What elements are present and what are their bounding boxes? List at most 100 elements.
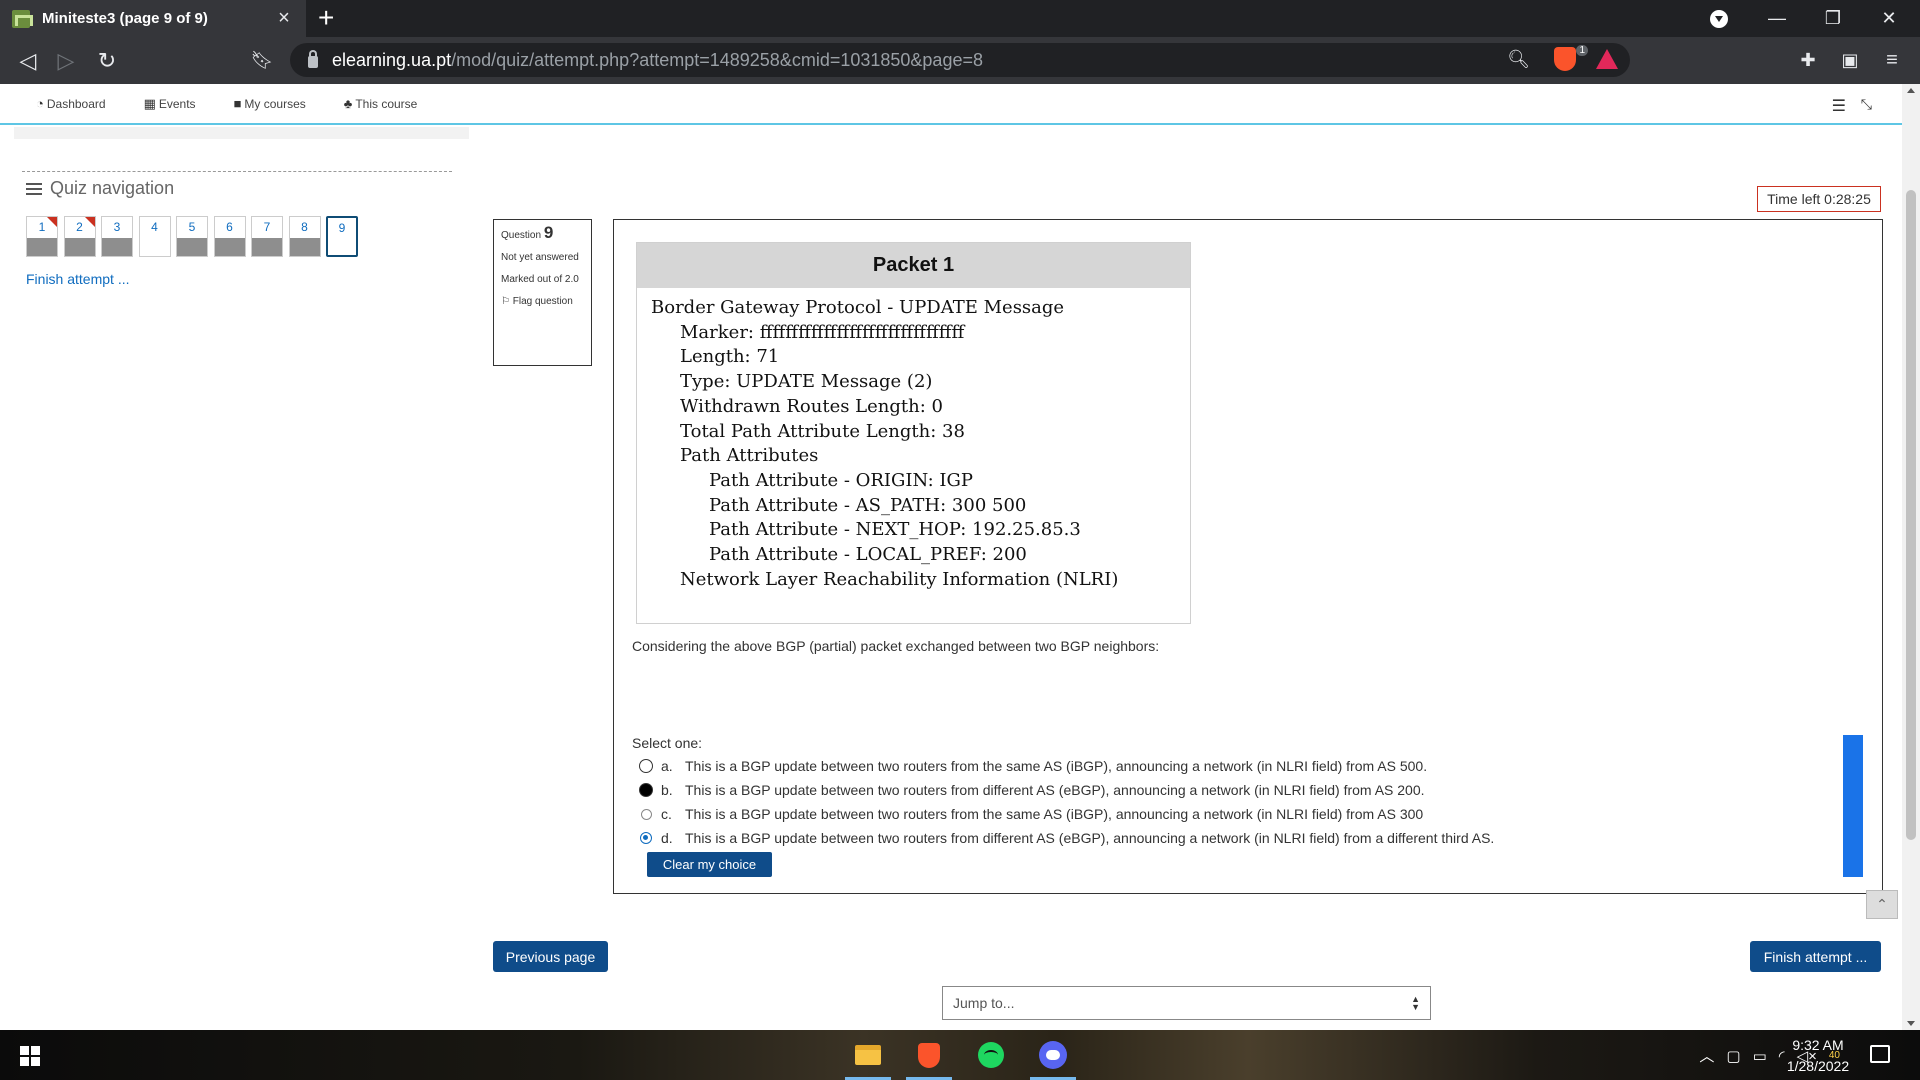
quiz-navigation-title[interactable]: Quiz navigation [26,178,174,199]
browser-tab[interactable]: Miniteste3 (page 9 of 9) × [0,0,306,37]
menu-icon[interactable]: ≡ [1874,37,1910,84]
flag-question-label: Flag question [512,296,573,307]
windows-taskbar: ︿ ▢ ▭ ◜ ◁× 40 9:32 AM 1/28/2022 [0,1030,1920,1080]
nav-dashboard-label: Dashboard [46,96,106,111]
close-window-icon[interactable]: ✕ [1866,0,1912,37]
nav-this-course[interactable]: ♣ This course [344,96,418,111]
bookmark-icon[interactable]: 🔖︎ [244,37,280,84]
highlight-bar [1843,735,1863,877]
brave-shield-icon[interactable]: 1 [1554,45,1588,71]
nav-dashboard[interactable]: ◔ Dashboard [36,96,106,111]
finish-attempt-link[interactable]: Finish attempt ... [26,271,129,287]
page-scrollbar[interactable] [1902,84,1920,1030]
finish-attempt-button[interactable]: Finish attempt ... [1750,941,1881,972]
packet-line: Path Attribute - NEXT_HOP: 192.25.85.3 [709,519,1081,541]
quiz-nav-button-5[interactable]: 5 [176,216,208,257]
quiz-nav-number: 8 [289,217,320,239]
quiz-nav-buttons: 1 2 3 4 5 6 7 8 9 [26,216,364,257]
flag-question[interactable]: ⚐ Flag question [501,295,584,308]
screen: Miniteste3 (page 9 of 9) × + — ❐ ✕ ◁ ▷ ↻… [0,0,1920,1080]
clock[interactable]: 9:32 AM 1/28/2022 [1770,1035,1866,1077]
option-letter: a. [661,758,673,774]
select-arrows-icon: ▲ ▼ [1411,994,1420,1012]
answered-fill [289,238,320,256]
radio-d[interactable] [640,832,652,844]
tab-close-icon[interactable]: × [274,7,294,30]
minimize-icon[interactable]: — [1754,0,1800,37]
option-text: This is a BGP update between two routers… [685,782,1425,798]
drawer-toggle-icon[interactable]: ☰ [1832,96,1846,116]
divider [22,171,452,172]
answer-option-c[interactable]: c. This is a BGP update between two rout… [639,806,1423,822]
notification-icon[interactable] [1870,1045,1890,1063]
fullscreen-icon[interactable]: ⤡ [1861,96,1872,113]
clear-my-choice-button[interactable]: Clear my choice [647,852,772,877]
nav-events[interactable]: ▦ Events [144,96,196,112]
url-host: elearning.ua.pt [332,49,452,70]
jump-to-label: Jump to... [953,995,1015,1011]
answer-option-a[interactable]: a. This is a BGP update between two rout… [639,758,1427,774]
quiz-nav-number: 7 [252,217,282,239]
calendar-icon: ▦ [143,95,156,111]
tab-search-icon[interactable] [1710,10,1728,28]
nav-my-courses[interactable]: ■ My courses [234,96,306,111]
battery-icon[interactable]: ▭ [1753,1047,1767,1065]
file-explorer-icon[interactable] [845,1038,891,1080]
new-tab-icon[interactable]: + [318,3,334,33]
wallet-icon[interactable]: ▣ [1832,37,1868,84]
previous-page-button[interactable]: Previous page [493,941,608,972]
radio-b[interactable] [639,783,653,797]
flag-icon: ⚐ [501,296,513,307]
chevron-up-icon[interactable]: ︿ [1699,1045,1714,1066]
radio-a[interactable] [639,759,653,773]
question-text: Considering the above BGP (partial) pack… [632,638,1160,654]
quiz-nav-button-3[interactable]: 3 [101,216,133,257]
packet-line: Network Layer Reachability Information (… [680,568,1119,590]
quiz-nav-button-6[interactable]: 6 [213,216,246,257]
quiz-nav-number: 9 [328,218,356,240]
windows-start-icon[interactable] [20,1046,40,1066]
quiz-nav-button-9[interactable]: 9 [326,216,358,257]
nav-this-course-label: This course [355,96,418,111]
quiz-nav-button-4[interactable]: 4 [138,216,171,257]
quiz-nav-button-7[interactable]: 7 [251,216,283,257]
packet-line: Border Gateway Protocol - UPDATE Message [651,297,1065,318]
quiz-nav-button-8[interactable]: 8 [288,216,321,257]
jump-to-select[interactable]: Jump to... ▲ ▼ [942,986,1431,1020]
option-text: This is a BGP update between two routers… [685,758,1428,774]
scroll-up-icon[interactable] [1907,88,1915,93]
answer-option-b[interactable]: b. This is a BGP update between two rout… [639,782,1425,798]
brave-rewards-icon[interactable] [1596,49,1618,69]
packet-line: Total Path Attribute Length: 38 [680,420,965,442]
packet-box: Packet 1 Border Gateway Protocol - UPDAT… [636,242,1191,624]
brave-icon[interactable] [906,1038,952,1080]
option-text: This is a BGP update between two routers… [685,806,1424,822]
spotify-icon[interactable] [974,1038,1008,1072]
discord-icon[interactable] [1030,1038,1076,1080]
briefcase-icon: ■ [233,96,242,111]
extensions-icon[interactable]: ✚ [1790,37,1826,84]
packet-line: Length: 71 [680,346,780,368]
meet-now-icon[interactable]: ▢ [1726,1047,1740,1065]
radio-c[interactable] [641,808,652,820]
packet-line: Path Attributes [680,445,819,467]
question-marks: Marked out of 2.0 [501,274,579,285]
quiz-nav-button-2[interactable]: 2 [63,216,96,257]
packet-body: Border Gateway Protocol - UPDATE Message… [637,288,1190,600]
scroll-down-icon[interactable] [1907,1021,1915,1026]
reload-icon[interactable]: ↻ [89,37,125,84]
forward-icon[interactable]: ▷ [48,37,84,84]
time-left: Time left 0:28:25 [1757,186,1881,212]
quiz-nav-button-1[interactable]: 1 [26,216,58,257]
restore-icon[interactable]: ❐ [1810,0,1856,37]
scroll-to-top-button[interactable]: ⌃ [1866,890,1898,919]
zoom-icon[interactable]: 🔍︎ [1507,49,1530,70]
quiz-nav-number: 1 [27,217,57,239]
option-letter: b. [661,782,673,798]
tab-title: Miniteste3 (page 9 of 9) [42,10,208,27]
answer-option-d[interactable]: d. This is a BGP update between two rout… [639,830,1494,846]
address-bar[interactable]: elearning.ua.pt /mod/quiz/attempt.php?at… [290,43,1630,77]
scroll-thumb[interactable] [1906,190,1916,840]
back-icon[interactable]: ◁ [10,37,46,84]
question-number: 9 [543,223,554,242]
